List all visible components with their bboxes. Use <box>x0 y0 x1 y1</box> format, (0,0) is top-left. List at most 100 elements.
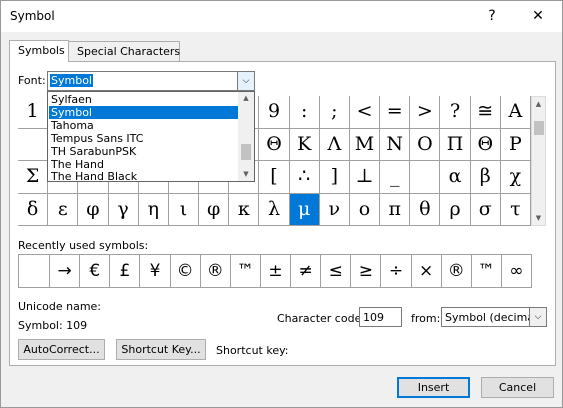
symbol-cell[interactable]: μ <box>289 193 320 226</box>
symbol-cell[interactable]: A <box>500 96 531 129</box>
scroll-up-icon[interactable]: ▲ <box>238 92 254 105</box>
autocorrect-button[interactable]: AutoCorrect... <box>18 339 105 360</box>
scroll-thumb[interactable] <box>534 121 544 135</box>
symbol-cell[interactable]: π <box>380 193 411 226</box>
symbol-cell[interactable]: ρ <box>440 193 471 226</box>
recent-symbol-cell[interactable]: ™ <box>229 255 260 287</box>
symbol-cell[interactable]: Κ <box>289 128 320 161</box>
font-option[interactable]: The Hand Black <box>49 170 239 181</box>
symbol-cell[interactable]: δ <box>18 193 49 226</box>
shortcut-key-button[interactable]: Shortcut Key... <box>116 339 206 360</box>
font-option[interactable]: TH SarabunPSK <box>49 145 239 158</box>
symbol-cell[interactable]: Θ <box>259 128 290 161</box>
tab-special-characters[interactable]: Special Characters <box>68 41 180 62</box>
recent-symbol-cell[interactable] <box>19 255 49 287</box>
font-option-selected[interactable]: Symbol <box>49 106 239 119</box>
symbol-cell[interactable]: 1 <box>18 96 49 129</box>
help-button[interactable]: ? <box>469 1 515 32</box>
from-label: from: <box>411 312 441 325</box>
recent-symbol-cell[interactable]: ® <box>199 255 230 287</box>
recent-symbol-cell[interactable]: ® <box>440 255 471 287</box>
symbol-cell[interactable]: η <box>138 193 169 226</box>
font-option[interactable]: Tahoma <box>49 119 239 132</box>
insert-button[interactable]: Insert <box>397 377 470 398</box>
symbol-cell[interactable]: Ν <box>380 128 411 161</box>
symbol-cell[interactable]: Ο <box>410 128 441 161</box>
tab-special-characters-label: Special Characters <box>77 45 181 58</box>
symbol-cell[interactable]: γ <box>108 193 139 226</box>
symbol-cell[interactable]: ] <box>319 161 350 194</box>
tab-symbols[interactable]: Symbols <box>9 40 69 62</box>
symbol-cell[interactable]: : <box>289 96 320 129</box>
font-select-value: Symbol <box>50 74 93 87</box>
recent-symbol-cell[interactable]: ¥ <box>139 255 169 287</box>
scroll-thumb[interactable] <box>241 144 251 160</box>
symbol-cell[interactable]: _ <box>380 161 411 194</box>
symbol-cell[interactable]: = <box>380 96 411 129</box>
symbol-cell[interactable]: χ <box>500 161 531 194</box>
chevron-down-icon[interactable]: ⌵ <box>529 308 546 326</box>
symbol-cell[interactable]: θ <box>410 193 441 226</box>
close-button[interactable]: ✕ <box>515 1 561 32</box>
character-code-input[interactable]: 109 <box>359 307 402 327</box>
symbol-cell[interactable]: 9 <box>259 96 290 129</box>
symbol-cell[interactable]: < <box>349 96 381 129</box>
symbol-cell[interactable]: α <box>440 161 471 194</box>
recent-symbol-cell[interactable]: × <box>410 255 441 287</box>
chevron-down-icon[interactable]: ⌵ <box>237 72 254 90</box>
symbol-cell[interactable] <box>18 128 49 161</box>
font-option[interactable]: Tempus Sans ITC <box>49 132 239 145</box>
recent-symbol-cell[interactable]: ∞ <box>500 255 531 287</box>
symbol-cell[interactable]: ε <box>48 193 79 226</box>
dialog-title: Symbol <box>10 9 55 23</box>
symbol-cell[interactable]: Μ <box>349 128 381 161</box>
recent-symbol-cell[interactable]: © <box>169 255 200 287</box>
recent-symbol-cell[interactable]: ≤ <box>320 255 350 287</box>
symbol-cell[interactable]: Ρ <box>500 128 531 161</box>
symbol-cell[interactable]: [ <box>259 161 290 194</box>
symbol-cell[interactable]: Π <box>440 128 471 161</box>
symbol-cell[interactable]: φ <box>199 193 230 226</box>
symbol-cell[interactable] <box>410 161 441 194</box>
symbol-cell[interactable]: ν <box>319 193 350 226</box>
font-option[interactable]: Sylfaen <box>49 93 239 106</box>
recent-symbol-cell[interactable]: ± <box>259 255 290 287</box>
font-dropdown-scrollbar[interactable]: ▲ ▼ <box>238 92 254 181</box>
symbol-cell[interactable]: ⊥ <box>349 161 381 194</box>
recent-symbol-cell[interactable]: ≥ <box>350 255 380 287</box>
scroll-up-icon[interactable]: ▲ <box>532 97 545 111</box>
symbol-cell[interactable]: ; <box>319 96 350 129</box>
symbol-cell[interactable]: β <box>470 161 501 194</box>
symbol-cell[interactable]: Σ <box>18 161 49 194</box>
cancel-button[interactable]: Cancel <box>481 377 554 398</box>
recent-symbol-cell[interactable]: ÷ <box>380 255 410 287</box>
shortcut-key-label: Shortcut key: <box>216 344 289 357</box>
symbol-cell[interactable]: ≅ <box>470 96 501 129</box>
recent-symbol-cell[interactable]: → <box>49 255 79 287</box>
symbol-cell[interactable]: ο <box>349 193 381 226</box>
symbol-cell[interactable]: τ <box>500 193 531 226</box>
recent-symbol-cell[interactable]: ≠ <box>290 255 320 287</box>
symbol-cell[interactable]: ? <box>440 96 471 129</box>
symbol-grid-scrollbar[interactable]: ▲ ▼ <box>531 96 546 226</box>
symbol-cell[interactable]: φ <box>78 193 109 226</box>
symbol-cell[interactable]: σ <box>470 193 501 226</box>
unicode-name-label: Unicode name: <box>18 300 102 313</box>
font-select[interactable]: Symbol ⌵ <box>47 71 255 91</box>
symbol-cell[interactable]: λ <box>259 193 290 226</box>
recent-symbol-cell[interactable]: £ <box>109 255 139 287</box>
font-dropdown-list: Sylfaen Symbol Tahoma Tempus Sans ITC TH… <box>47 91 255 182</box>
from-select[interactable]: Symbol (decimal) ⌵ <box>441 307 547 327</box>
character-code-label: Character code: <box>277 312 366 325</box>
symbol-cell[interactable]: ι <box>168 193 200 226</box>
symbol-cell[interactable]: > <box>410 96 441 129</box>
symbol-cell[interactable]: κ <box>229 193 260 226</box>
from-select-value: Symbol (decimal) <box>445 311 542 324</box>
symbol-cell[interactable]: Λ <box>319 128 350 161</box>
scroll-down-icon[interactable]: ▼ <box>238 168 254 181</box>
symbol-cell[interactable]: Θ <box>470 128 501 161</box>
recent-symbol-cell[interactable]: ™ <box>470 255 501 287</box>
scroll-down-icon[interactable]: ▼ <box>532 211 545 225</box>
symbol-cell[interactable]: ∴ <box>289 161 320 194</box>
recent-symbol-cell[interactable]: € <box>79 255 109 287</box>
